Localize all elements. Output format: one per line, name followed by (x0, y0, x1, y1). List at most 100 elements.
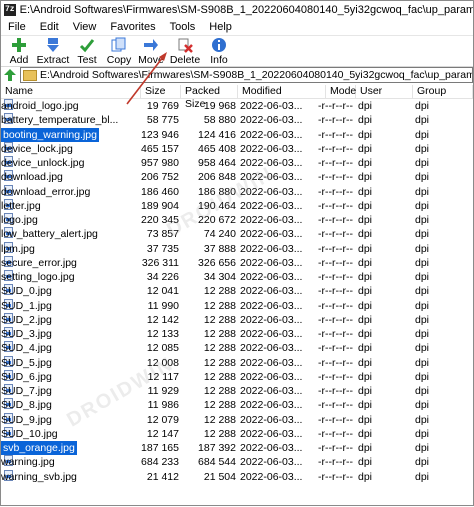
menu-help[interactable]: Help (202, 21, 239, 33)
7zip-app-icon: 7z (4, 3, 16, 16)
copy-button[interactable]: Copy (105, 35, 133, 66)
file-mode: -r--r--r-- (318, 456, 353, 469)
file-user: dpi (358, 228, 373, 241)
info-label: Info (210, 54, 228, 66)
file-size: 11 986 (147, 399, 179, 412)
file-row[interactable]: setting_logo.jpg 34 226 34 304 2022-06-03..… (1, 270, 473, 284)
file-packed-size: 12 288 (203, 356, 236, 369)
column-user[interactable]: User (356, 85, 413, 98)
file-row[interactable]: device_unlock.jpg 957 980 958 464 2022-06-0… (1, 156, 473, 170)
file-row[interactable]: SUD_0.jpg 12 041 12 288 2022-06-03... -r--r-… (1, 284, 473, 298)
folder-up-icon[interactable] (3, 68, 17, 82)
file-row[interactable]: warning.jpg 684 233 684 544 2022-06-03... -r… (1, 455, 473, 469)
file-group: dpi (415, 214, 430, 226)
file-user: dpi (358, 242, 373, 255)
file-packed-size: 58 880 (203, 114, 236, 127)
add-button[interactable]: Add (5, 35, 33, 66)
path-field[interactable]: E:\Android Softwares\Firmwares\SM-S908B_… (19, 67, 473, 83)
file-user: dpi (358, 171, 373, 184)
delete-button[interactable]: Delete (169, 35, 201, 66)
file-row[interactable]: low_battery_alert.jpg 73 857 74 240 2022-06… (1, 227, 473, 241)
file-mode: -r--r--r-- (318, 199, 353, 212)
file-row[interactable]: SUD_5.jpg 12 008 12 288 2022-06-03... -r--r-… (1, 355, 473, 370)
file-user: dpi (358, 328, 373, 340)
file-mode: -r--r--r-- (318, 299, 353, 312)
file-size: 12 133 (146, 328, 179, 340)
file-group: dpi (415, 114, 430, 127)
file-row[interactable]: android_logo.jpg 19 769 19 968 2022-06-03..… (1, 99, 473, 113)
file-group: dpi (415, 256, 430, 269)
column-modified[interactable]: Modified (238, 85, 326, 98)
column-packed-size[interactable]: Packed Size (181, 85, 238, 110)
file-name: SUD_6.jpg (1, 370, 52, 383)
file-size: 11 990 (147, 299, 179, 312)
file-user: dpi (358, 142, 373, 155)
column-size[interactable]: Size (141, 85, 181, 98)
file-name: download.jpg (1, 171, 63, 184)
column-name[interactable]: Name (1, 85, 141, 98)
file-row[interactable]: svb_orange.jpg 187 165 187 392 2022-06-03..… (1, 441, 473, 455)
file-group: dpi (415, 370, 430, 383)
menu-favorites[interactable]: Favorites (103, 21, 162, 33)
file-mode: -r--r--r-- (318, 413, 353, 426)
file-row[interactable]: SUD_6.jpg 12 117 12 288 2022-06-03... -r--r-… (1, 369, 473, 384)
file-row[interactable]: booting_warning.jpg 123 946 124 416 2022-06… (1, 127, 473, 142)
file-name: letter.jpg (1, 199, 41, 212)
file-mode: -r--r--r-- (318, 313, 353, 326)
file-group: dpi (415, 100, 430, 112)
file-name: SUD_5.jpg (1, 356, 52, 369)
file-packed-size: 37 888 (203, 242, 236, 255)
file-name: setting_logo.jpg (1, 271, 75, 283)
file-row[interactable]: SUD_3.jpg 12 133 12 288 2022-06-03... -r--r-… (1, 327, 473, 341)
delete-label: Delete (169, 54, 201, 66)
file-row[interactable]: battery_temperature_bl... 58 775 58 880 202… (1, 113, 473, 127)
file-size: 21 412 (146, 470, 179, 483)
column-mode[interactable]: Mode (326, 85, 356, 98)
menu-edit[interactable]: Edit (33, 21, 66, 33)
copy-icon (111, 37, 126, 52)
move-icon (144, 39, 158, 51)
file-user: dpi (358, 456, 373, 469)
file-size: 12 079 (146, 413, 179, 426)
file-row[interactable]: SUD_4.jpg 12 085 12 288 2022-06-03... -r--r-… (1, 341, 473, 355)
menu-bar: File Edit View Favorites Tools Help (1, 18, 473, 36)
folder-icon (22, 69, 37, 81)
file-group: dpi (415, 271, 430, 283)
file-row[interactable]: SUD_7.jpg 11 929 12 288 2022-06-03... -r--r-… (1, 384, 473, 398)
file-row[interactable]: device_lock.jpg 465 157 465 408 2022-06-03.… (1, 141, 473, 156)
file-name: warning_svb.jpg (1, 470, 77, 483)
move-button[interactable]: Move (137, 35, 165, 66)
add-icon (12, 38, 26, 52)
file-row[interactable]: secure_error.jpg 326 311 326 656 2022-06-03… (1, 255, 473, 270)
file-user: dpi (358, 285, 373, 298)
file-group: dpi (415, 128, 430, 141)
info-button[interactable]: Info (205, 35, 233, 66)
file-size: 684 233 (141, 456, 179, 469)
file-row[interactable]: SUD_2.jpg 12 142 12 288 2022-06-03... -r--r-… (1, 312, 473, 327)
file-name: secure_error.jpg (1, 256, 77, 269)
file-size: 189 904 (141, 199, 179, 212)
file-row[interactable]: logo.jpg 220 345 220 672 2022-06-03... -r--r… (1, 213, 473, 227)
extract-button[interactable]: Extract (37, 35, 69, 66)
file-row[interactable]: lpm.jpg 37 735 37 888 2022-06-03... -r--r--r… (1, 241, 473, 256)
file-user: dpi (358, 427, 373, 440)
file-size: 465 157 (141, 142, 179, 155)
menu-tools[interactable]: Tools (163, 21, 203, 33)
menu-file[interactable]: File (1, 21, 33, 33)
file-user: dpi (358, 271, 373, 283)
test-button[interactable]: Test (73, 35, 101, 66)
file-size: 187 165 (141, 442, 179, 454)
file-row[interactable]: warning_svb.jpg 21 412 21 504 2022-06-03...… (1, 469, 473, 484)
file-size: 206 752 (141, 171, 179, 184)
file-packed-size: 187 392 (198, 442, 236, 454)
file-name: device_lock.jpg (1, 142, 73, 155)
file-user: dpi (358, 185, 373, 198)
file-group: dpi (415, 399, 430, 412)
file-row[interactable]: SUD_1.jpg 11 990 12 288 2022-06-03... -r--r-… (1, 298, 473, 313)
delete-icon (178, 38, 193, 53)
menu-view[interactable]: View (66, 21, 104, 33)
file-mode: -r--r--r-- (318, 256, 353, 269)
file-packed-size: 12 288 (203, 399, 236, 412)
file-packed-size: 12 288 (203, 413, 236, 426)
column-group[interactable]: Group (413, 85, 473, 98)
